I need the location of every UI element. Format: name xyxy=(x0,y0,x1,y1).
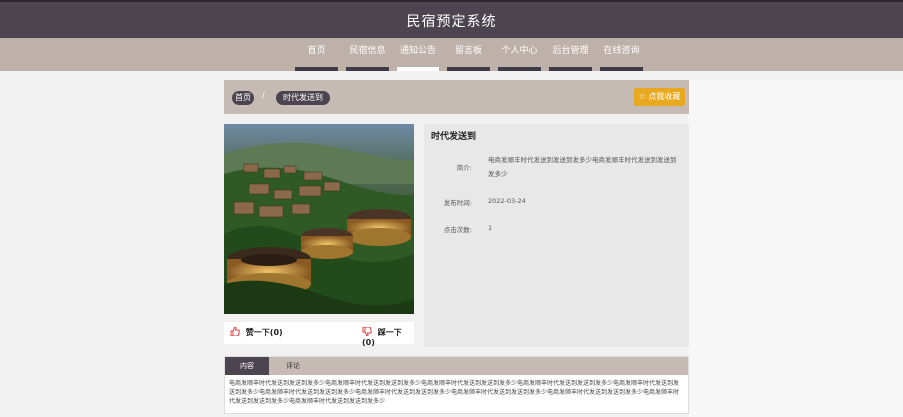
intro-label: 简介: xyxy=(456,164,472,172)
breadcrumb: 首页 / 时代发送到 ☆ 点我收藏 xyxy=(224,80,689,114)
vote-row: 赞一下(0) 踩一下(0) xyxy=(224,322,414,347)
like-button[interactable]: 赞一下(0) xyxy=(230,326,283,338)
page-background-right xyxy=(688,80,903,417)
publish-time-value: 2022-03-24 xyxy=(488,197,526,205)
intro-value: 电商发顺丰时代发送到发送到发多少电商发顺丰时代发送到发送到发多少 xyxy=(488,156,677,178)
site-title: 民宿预定系统 xyxy=(406,14,497,30)
nav-item-personal-center[interactable]: 个人中心 xyxy=(498,38,541,71)
main-nav: 首页 民宿信息 通知公告 留言板 个人中心 后台管理 在线咨询 xyxy=(0,38,903,71)
favorite-button-label: 点我收藏 xyxy=(648,92,681,101)
breadcrumb-home[interactable]: 首页 xyxy=(232,91,254,105)
tab-comments[interactable]: 评论 xyxy=(271,357,315,375)
click-count-label: 点击次数: xyxy=(443,226,472,234)
thumbs-down-icon xyxy=(362,326,372,338)
tab-content[interactable]: 内容 xyxy=(225,357,269,375)
content-tabs-panel: 内容 评论 电商发顺丰时代发送到发送到发多少电商发顺丰时代发送到发送到发多少电商… xyxy=(224,356,689,414)
detail-title: 时代发送到 xyxy=(431,132,477,142)
thumbs-up-icon xyxy=(230,326,240,338)
nav-item-message-board[interactable]: 留言板 xyxy=(447,38,490,71)
favorite-button[interactable]: ☆ 点我收藏 xyxy=(634,88,685,106)
breadcrumb-separator: / xyxy=(262,91,265,100)
click-count-value: 1 xyxy=(488,224,493,232)
content-body: 电商发顺丰时代发送到发送到发多少电商发顺丰时代发送到发送到发多少电商发顺丰时代发… xyxy=(229,380,680,405)
like-label: 赞一下(0) xyxy=(245,328,283,337)
nav-item-homestay-info[interactable]: 民宿信息 xyxy=(346,38,389,71)
star-icon: ☆ xyxy=(638,92,646,101)
detail-info-panel: 时代发送到 简介: 电商发顺丰时代发送到发送到发多少电商发顺丰时代发送到发送到发… xyxy=(424,124,689,347)
dislike-button[interactable]: 踩一下(0) xyxy=(362,326,414,347)
publish-time-label: 发布时间: xyxy=(443,199,472,207)
nav-item-online-consult[interactable]: 在线咨询 xyxy=(600,38,643,71)
nav-item-home[interactable]: 首页 xyxy=(295,38,338,71)
breadcrumb-current[interactable]: 时代发送到 xyxy=(276,91,330,105)
header-bar: 民宿预定系统 xyxy=(0,0,903,38)
homestay-photo xyxy=(224,124,414,314)
tabs-header: 内容 评论 xyxy=(225,357,688,375)
nav-item-admin[interactable]: 后台管理 xyxy=(549,38,592,71)
nav-item-notices[interactable]: 通知公告 xyxy=(397,38,439,71)
nav-items: 首页 民宿信息 通知公告 留言板 个人中心 后台管理 在线咨询 xyxy=(295,38,651,71)
